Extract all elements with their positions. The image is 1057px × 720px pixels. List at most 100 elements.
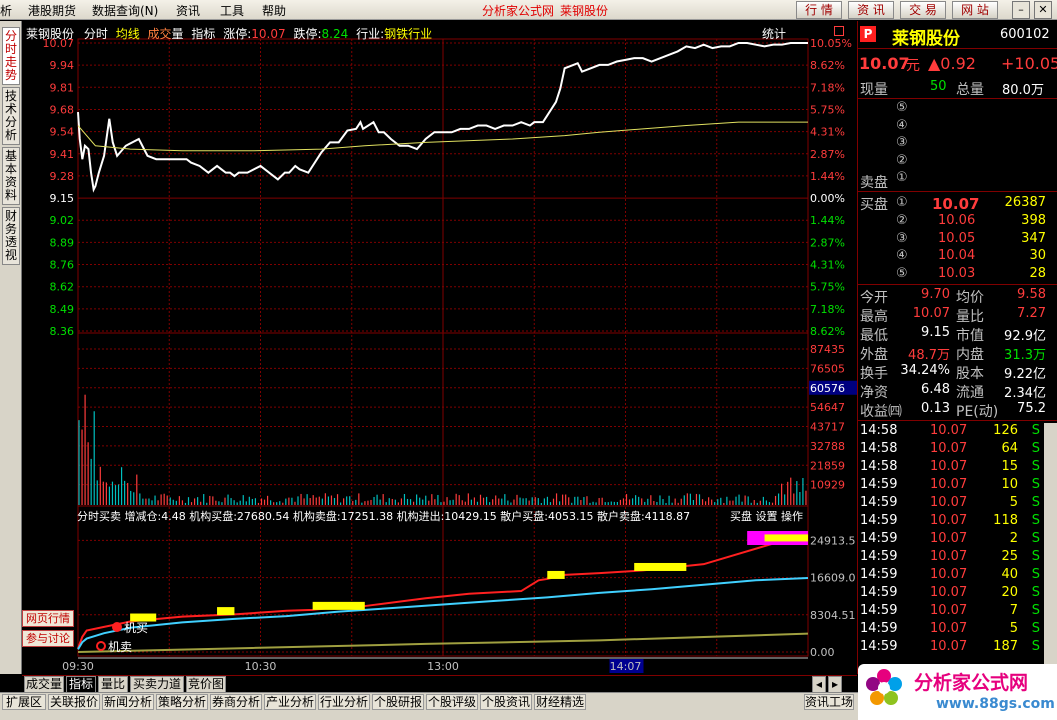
- buy-level-row[interactable]: ② 10.06 398: [858, 213, 1057, 231]
- menu-item-news[interactable]: 资讯: [176, 2, 200, 19]
- current-volume-label: 现量: [860, 82, 888, 98]
- minimize-icon[interactable]: –: [1012, 1, 1030, 19]
- tick-volume: 5: [1009, 495, 1018, 510]
- price-change-pct: +10.05: [1001, 54, 1057, 73]
- close-icon[interactable]: ✕: [1034, 1, 1052, 19]
- restore-icon[interactable]: [834, 26, 844, 36]
- buy-level-row[interactable]: ① 10.07 26387: [858, 195, 1057, 213]
- website-button[interactable]: 网 站: [952, 1, 998, 19]
- tick-side: S: [1031, 513, 1040, 528]
- trade-button[interactable]: 交 易: [900, 1, 946, 19]
- buy-level-row[interactable]: ③ 10.05 347: [858, 231, 1057, 249]
- tab-indicator[interactable]: 指标: [66, 676, 96, 693]
- status-tab[interactable]: 个股资讯: [480, 694, 532, 710]
- tab-next-arrow[interactable]: ▸: [828, 676, 842, 693]
- intraday-chart[interactable]: 10.07 10.05% 9.94 8.62% 9.81 7.18% 9.68 5.75% 9.…: [22, 21, 857, 674]
- status-tab[interactable]: 行业分析: [318, 694, 370, 710]
- discussion-button[interactable]: 参与讨论: [22, 630, 74, 647]
- menu-item-tools[interactable]: 工具: [220, 2, 244, 19]
- tab-financials[interactable]: 财务透视: [2, 207, 20, 265]
- tick-scrollbar[interactable]: [1044, 423, 1057, 673]
- tick-volume: 25: [1001, 549, 1018, 564]
- volume-toggle-a[interactable]: 成交: [148, 27, 172, 41]
- tab-technical[interactable]: 技术分析: [2, 87, 20, 145]
- promo-stock-link[interactable]: 莱钢股份: [560, 2, 608, 19]
- menu-item-hk-futures[interactable]: 港股期货: [28, 2, 76, 19]
- tick-time: 14:59: [860, 621, 898, 636]
- left-tab-bar: 分时走势 技术分析 基本资料 财务透视: [0, 21, 22, 674]
- buy-level-index: ①: [896, 195, 908, 210]
- tick-row: 14:59 10.07 25 S: [858, 549, 1057, 567]
- buy-level-row[interactable]: ⑤ 10.03 28: [858, 266, 1057, 284]
- price-tick-label: 8.49: [50, 303, 75, 316]
- divider: [858, 191, 1057, 192]
- status-tab[interactable]: 产业分析: [264, 694, 316, 710]
- volume-tick-label: 87435: [810, 343, 845, 356]
- chart-canvas[interactable]: 10.07 10.05% 9.94 8.62% 9.81 7.18% 9.68 5.75% 9.…: [22, 21, 857, 674]
- stats-button[interactable]: 统计: [762, 25, 786, 42]
- buy-level-index: ③: [896, 230, 908, 246]
- divider: [858, 284, 1057, 285]
- buy-level-price: 10.06: [938, 212, 976, 228]
- tick-price: 10.07: [930, 585, 968, 600]
- status-tab[interactable]: 扩展区: [2, 694, 46, 710]
- menu-item-help[interactable]: 帮助: [262, 2, 286, 19]
- tab-intraday[interactable]: 分时走势: [2, 27, 20, 85]
- avg-line-toggle[interactable]: 均线: [116, 27, 140, 41]
- status-tab[interactable]: 个股研报: [372, 694, 424, 710]
- limit-up-value: 10.07: [251, 27, 286, 41]
- industry-value[interactable]: 钢铁行业: [384, 27, 432, 41]
- buy-level-row[interactable]: ④ 10.04 30: [858, 248, 1057, 266]
- indicator-overlay-text[interactable]: 买盘 设置 操作: [730, 508, 803, 524]
- buy-level-index: ②: [896, 212, 908, 228]
- market-button[interactable]: 行 情: [796, 1, 842, 19]
- time-tick-label: 10:30: [245, 660, 277, 673]
- promo-site-link[interactable]: 分析家公式网: [482, 2, 554, 19]
- tick-volume: 187: [993, 639, 1018, 654]
- menu-item-data-query[interactable]: 数据查询(N): [92, 2, 158, 19]
- limit-up-label: 涨停:: [223, 27, 252, 41]
- volume-toggle-b[interactable]: 量: [172, 27, 184, 41]
- stats-label: 换手: [860, 366, 888, 382]
- tab-timeshare[interactable]: 分时: [84, 27, 108, 41]
- menu-bar: 析 港股期货 数据查询(N) 资讯 工具 帮助 分析家公式网 莱钢股份 行 情 …: [0, 0, 1057, 20]
- volume-tick-label: 76505: [810, 362, 845, 375]
- tick-price: 10.07: [930, 639, 968, 654]
- sell-level-index: ①: [896, 170, 908, 185]
- tab-buy-sell-force[interactable]: 买卖力道: [130, 676, 184, 693]
- tab-volume-ratio[interactable]: 量比: [98, 676, 128, 693]
- web-quote-button[interactable]: 网页行情: [22, 610, 74, 627]
- status-tab[interactable]: 策略分析: [156, 694, 208, 710]
- tick-price: 10.07: [930, 513, 968, 528]
- pct-tick-label: 2.87%: [810, 236, 845, 249]
- status-tab[interactable]: 新闻分析: [102, 694, 154, 710]
- pct-tick-label: 5.75%: [810, 281, 845, 294]
- tick-side: S: [1031, 621, 1040, 636]
- status-tab[interactable]: 个股评级: [426, 694, 478, 710]
- tick-row: 14:59 10.07 2 S: [858, 531, 1057, 549]
- status-tab[interactable]: 关联报价: [48, 694, 100, 710]
- tick-time: 14:59: [860, 567, 898, 582]
- status-tab[interactable]: 财经精选: [534, 694, 586, 710]
- tick-price: 10.07: [930, 603, 968, 618]
- tab-volume[interactable]: 成交量: [24, 676, 64, 693]
- stats-label: 今开: [860, 290, 888, 306]
- indicator-toggle[interactable]: 指标: [191, 27, 215, 41]
- sell-level-index: ④: [896, 117, 908, 133]
- tab-fundamentals[interactable]: 基本资料: [2, 147, 20, 205]
- sell-level-row: ⑤: [858, 100, 1057, 118]
- tick-price: 10.07: [930, 441, 968, 456]
- info-workshop-button[interactable]: 资讯工场: [804, 694, 854, 710]
- tab-auction[interactable]: 竞价图: [186, 676, 226, 693]
- menu-item-analysis[interactable]: 析: [0, 2, 12, 19]
- pct-tick-label: 8.62%: [810, 325, 845, 338]
- stats-value: 9.22亿: [1004, 367, 1046, 382]
- volume-tick-label: 60576: [810, 382, 845, 395]
- tick-side: S: [1031, 477, 1040, 492]
- status-tab[interactable]: 券商分析: [210, 694, 262, 710]
- sell-level-row: ②: [858, 153, 1057, 171]
- tick-side: S: [1031, 603, 1040, 618]
- tab-prev-arrow[interactable]: ◂: [812, 676, 826, 693]
- volume-tick-label: 21859: [810, 459, 845, 472]
- news-button[interactable]: 资 讯: [848, 1, 894, 19]
